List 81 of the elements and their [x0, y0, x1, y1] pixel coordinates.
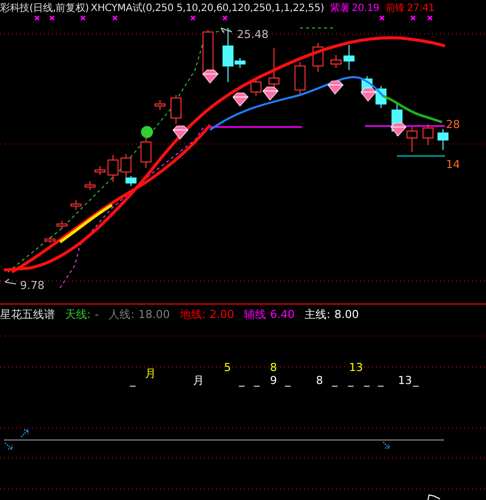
gem-icon	[262, 86, 279, 101]
signal-mark: _	[378, 374, 384, 387]
candlestick	[140, 138, 152, 168]
legend-label: 辅线	[244, 307, 266, 322]
ball-icon	[141, 126, 153, 138]
legend-label: 主线:	[304, 307, 330, 322]
x-mark-icon	[190, 15, 196, 21]
candlestick	[70, 200, 82, 210]
candlestick	[84, 180, 96, 190]
price-label: 9.78	[20, 279, 44, 292]
signal-mark: 9	[270, 374, 277, 387]
candlestick	[312, 42, 324, 72]
candlestick	[406, 126, 418, 152]
support-line	[397, 155, 445, 157]
candlestick	[44, 236, 56, 244]
legend-label: 人线:	[108, 307, 134, 322]
signal-mark: 13	[398, 374, 412, 387]
stock-title: 彩科技(日线,前复权)	[0, 2, 89, 15]
legend-label: 紫薯	[330, 2, 350, 15]
legend-label: 地线:	[180, 307, 206, 322]
signal-mark: 5	[224, 361, 231, 374]
signal-mark: 8	[316, 374, 323, 387]
legend-value: 6.40	[270, 308, 295, 321]
arrow-icon	[4, 278, 16, 284]
signal-mark: _	[364, 374, 370, 387]
signal-mark: _	[254, 374, 260, 387]
cursor-icon	[428, 494, 440, 500]
indicator-title: 星花五线谱	[0, 307, 55, 322]
arrow-icon	[382, 442, 390, 448]
price-label: 28	[446, 118, 460, 131]
signal-mark: 8	[270, 361, 277, 374]
gem-icon	[232, 92, 249, 107]
candlestick	[344, 44, 354, 70]
x-mark-icon	[427, 15, 433, 21]
price-label: 25.48	[237, 28, 268, 41]
candlestick	[154, 100, 166, 110]
x-mark-icon	[34, 15, 40, 21]
signal-mark: 月	[193, 374, 204, 387]
signal-mark: _	[239, 374, 244, 387]
x-mark-icon	[80, 15, 86, 21]
legend-value: 18.00	[138, 308, 170, 321]
signal-mark: 13	[349, 361, 363, 374]
x-mark-icon	[222, 15, 228, 21]
candlestick	[268, 48, 280, 88]
gem-icon	[390, 122, 407, 137]
signal-mark: _	[348, 374, 354, 387]
legend-value: 8.00	[334, 308, 359, 321]
candlestick	[438, 128, 448, 150]
candlestick	[330, 54, 342, 68]
legend-value: -	[94, 308, 99, 321]
x-mark-icon	[410, 15, 416, 21]
candlestick	[56, 220, 68, 230]
signal-mark: _	[130, 374, 136, 387]
candlestick	[422, 124, 434, 146]
gem-icon	[172, 126, 189, 140]
x-mark-icon	[379, 15, 385, 21]
indicator-title: XHCYMA试(0,250 5,10,20,60,120,250,1,1,22,55)	[90, 2, 324, 15]
price-label: 14	[446, 158, 460, 171]
x-mark-icon	[49, 15, 55, 21]
gem-icon	[360, 88, 377, 102]
arrow-icon	[220, 28, 232, 34]
signal-mark: _	[285, 374, 290, 387]
candlestick	[108, 154, 118, 182]
legend-value: 20.19	[352, 3, 380, 14]
legend-label: 天线:	[65, 307, 91, 322]
gem-icon	[327, 80, 344, 95]
candlestick	[94, 166, 106, 176]
candlestick	[170, 94, 182, 124]
arrow-icon	[20, 430, 28, 438]
legend-value: 2.00	[210, 308, 234, 321]
legend-label: 前锋	[385, 2, 405, 15]
candlestick	[250, 78, 262, 96]
gem-icon	[202, 70, 219, 84]
signal-mark: 月	[145, 367, 156, 380]
x-mark-icon	[112, 15, 118, 21]
candlestick	[294, 62, 306, 96]
candlestick	[376, 86, 386, 108]
arrow-icon	[4, 442, 12, 450]
legend-value: 27.41	[406, 3, 435, 14]
signal-mark: _	[413, 374, 418, 387]
signal-mark: _	[332, 374, 338, 387]
